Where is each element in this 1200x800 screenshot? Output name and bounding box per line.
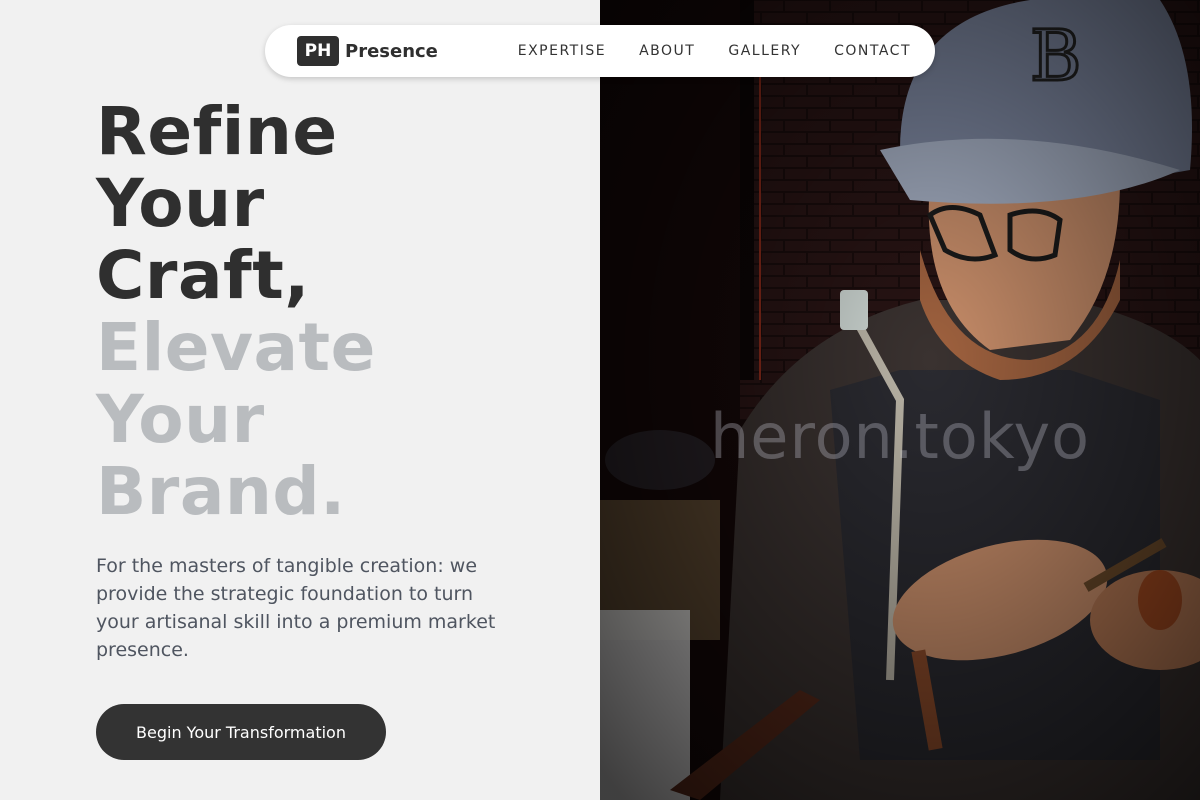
brand-name: Presence	[345, 40, 438, 62]
hero-photo: B heron.tokyo	[600, 0, 1200, 800]
nav-link-contact[interactable]: CONTACT	[834, 43, 911, 59]
headline-line: Craft,	[96, 237, 310, 314]
begin-transformation-button[interactable]: Begin Your Transformation	[96, 704, 386, 760]
headline-line: Your	[96, 165, 265, 242]
headline-line: Elevate	[96, 309, 376, 386]
top-navigation: PH Presence EXPERTISE ABOUT GALLERY CONT…	[265, 25, 935, 77]
hero-headline: Refine Your Craft, Elevate Your Brand.	[96, 96, 376, 528]
nav-link-about[interactable]: ABOUT	[639, 43, 695, 59]
nav-link-gallery[interactable]: GALLERY	[728, 43, 801, 59]
hero-description: For the masters of tangible creation: we…	[96, 555, 496, 661]
headline-line: Brand.	[96, 453, 346, 530]
nav-links: EXPERTISE ABOUT GALLERY CONTACT	[485, 25, 911, 77]
nav-link-expertise[interactable]: EXPERTISE	[518, 43, 606, 59]
hero-left-pane: Refine Your Craft, Elevate Your Brand. F…	[0, 0, 600, 800]
headline-line: Your	[96, 381, 265, 458]
headline-line: Refine	[96, 93, 338, 170]
brand-mark: PH	[297, 36, 339, 66]
landing-page: Refine Your Craft, Elevate Your Brand. F…	[0, 0, 1200, 800]
photo-watermark: heron.tokyo	[710, 400, 1091, 473]
brand-logo[interactable]: PH Presence	[297, 36, 438, 66]
